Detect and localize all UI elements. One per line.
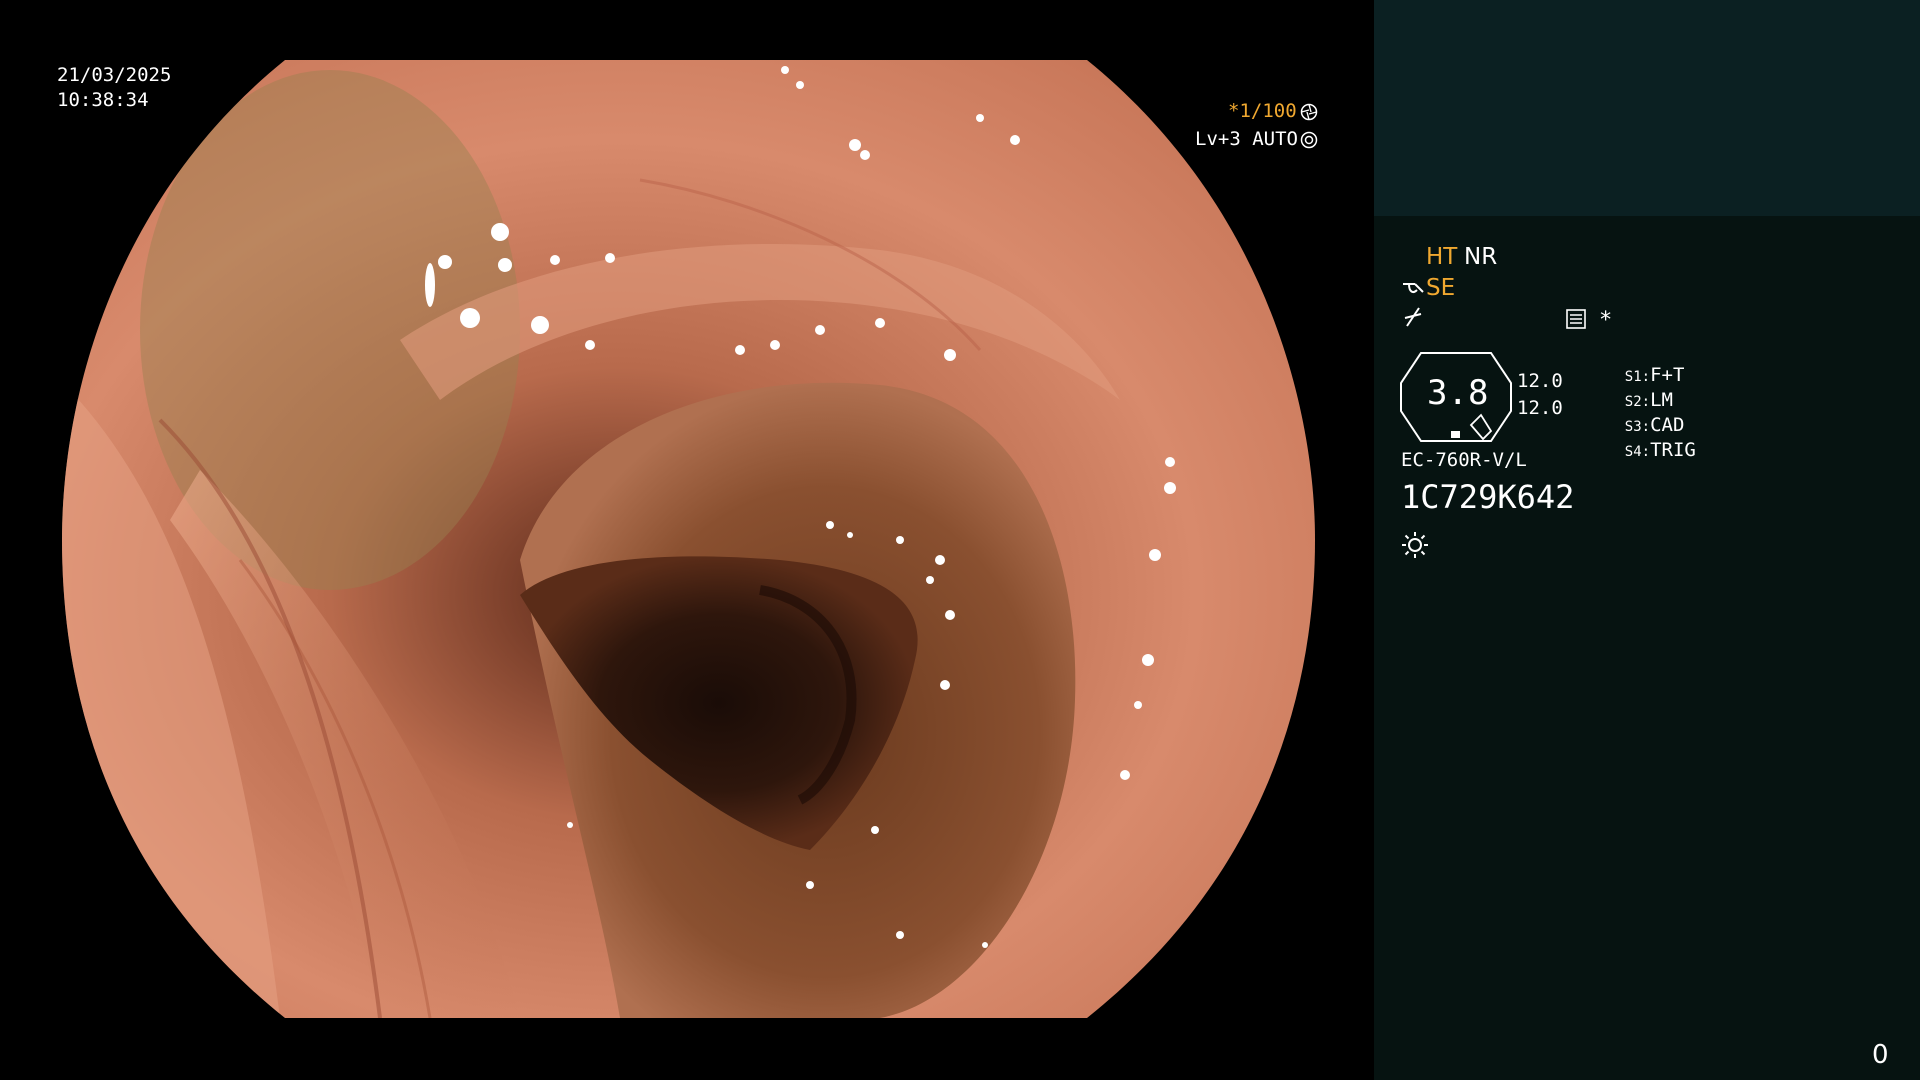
zoom-value: 3.8	[1427, 373, 1489, 413]
value-1: 12.0	[1517, 370, 1563, 392]
slash-icon	[1404, 307, 1422, 327]
light-icon	[1402, 532, 1428, 558]
mode-ht: HT	[1426, 244, 1458, 270]
aperture-icon	[1300, 103, 1318, 121]
memory-icon	[1566, 309, 1586, 329]
level-label: Lv+3 AUTO	[1195, 128, 1298, 150]
endoscopic-image	[62, 60, 1315, 1018]
switch-value: TRIG	[1650, 439, 1696, 461]
iris-icon	[1300, 131, 1318, 149]
endoscope-viewer: 21/03/2025 10:38:34 *1/100 Lv+3 AUTO	[0, 0, 1374, 1080]
star-label: *	[1599, 308, 1613, 333]
mode-se: SE	[1426, 275, 1456, 301]
scope-serial: 1C729K642	[1401, 478, 1575, 516]
time-label: 10:38:34	[57, 89, 149, 111]
shutter-label: *1/100	[1228, 100, 1297, 122]
value-2: 12.0	[1517, 397, 1563, 419]
frame-counter: 0	[1872, 1040, 1889, 1070]
hook-icon	[1403, 283, 1424, 293]
mode-nr: NR	[1464, 244, 1498, 270]
info-panel: HT NR SE * 3.8 12.0 12.0 S1:F+T S2:LM S3…	[1374, 216, 1920, 1080]
switch-key: S4:	[1624, 444, 1651, 460]
date-label: 21/03/2025	[57, 64, 172, 86]
switch-s4: S4:TRIG	[1567, 425, 1696, 476]
scope-model: EC-760R-V/L	[1401, 449, 1527, 471]
info-panel-header	[1374, 0, 1920, 216]
